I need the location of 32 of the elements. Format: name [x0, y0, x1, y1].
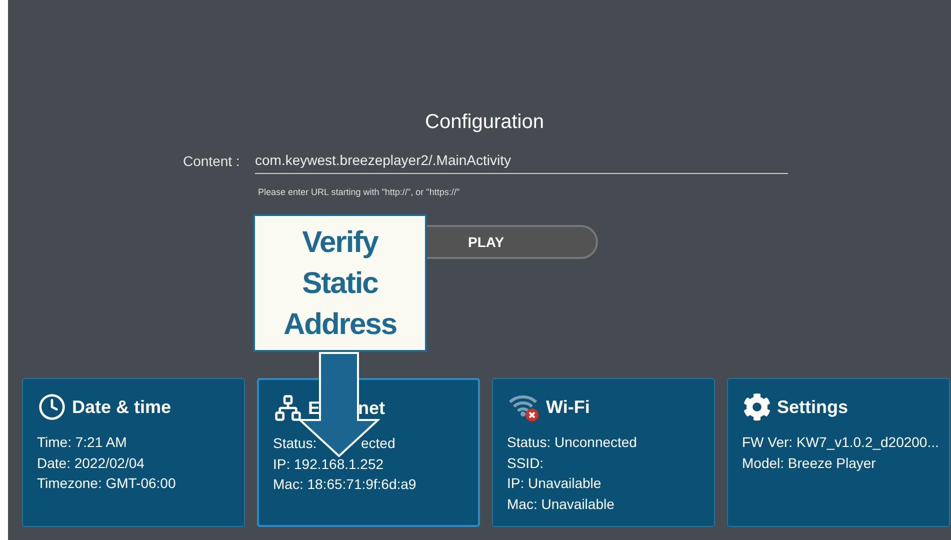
network-icon — [274, 394, 302, 422]
card-title: Settings — [777, 396, 848, 419]
card-line: IP: 192.168.1.252 — [273, 454, 385, 474]
card-line: SSID: — [507, 454, 545, 472]
info-card[interactable]: E net Status: ected IP: 192.168.1.252 Mac: 18:65:71:9f:6d:a9 — [257, 378, 480, 527]
card-line: Mac: 18:65:71:9f:6d:a9 — [273, 475, 418, 494]
info-card[interactable]: Settings FW Ver: KW7_v1.0.2_d20200... Model: Breeze Player — [727, 378, 950, 527]
card-line: Status: Unconnected — [507, 433, 638, 452]
info-card[interactable]: Date & time Time: 7:21 AM Date: 2022/02/04 Timezone: GMT-06:00 — [22, 378, 245, 527]
callout-text: Static — [302, 266, 378, 302]
card-line: IP: Unavailable — [507, 474, 602, 493]
card-title: net — [358, 396, 385, 420]
info-card[interactable]: Wi-Fi Status: Unconnected SSID: IP: Unavailable Mac: Unavailable — [492, 378, 715, 527]
card-title: Wi-Fi — [546, 396, 590, 418]
callout-text: Verify — [302, 224, 378, 260]
callout-text: Address — [283, 306, 397, 342]
content-label: Content : — [183, 152, 241, 171]
content-field[interactable]: com.keywest.breezeplayer2/.MainActivity — [255, 150, 788, 174]
card-title: Date & time — [72, 396, 172, 418]
card-line: Time: 7:21 AM — [37, 433, 128, 452]
page-title: Configuration — [425, 111, 544, 133]
card-line: Timezone: GMT-06:00 — [37, 474, 177, 493]
settings-icon — [743, 393, 771, 421]
card-line: Mac: Unavailable — [507, 494, 616, 514]
card-line: ected — [361, 434, 396, 453]
clock-icon — [38, 393, 66, 421]
card-title: E — [308, 396, 320, 420]
card-line: Model: Breeze Player — [742, 454, 877, 473]
card-line: Date: 2022/02/04 — [37, 454, 146, 472]
play-button[interactable]: PLAY — [427, 225, 598, 259]
hint-text: Please enter URL starting with "http://", or "https://" — [258, 187, 460, 197]
card-line: Status: — [273, 434, 317, 453]
